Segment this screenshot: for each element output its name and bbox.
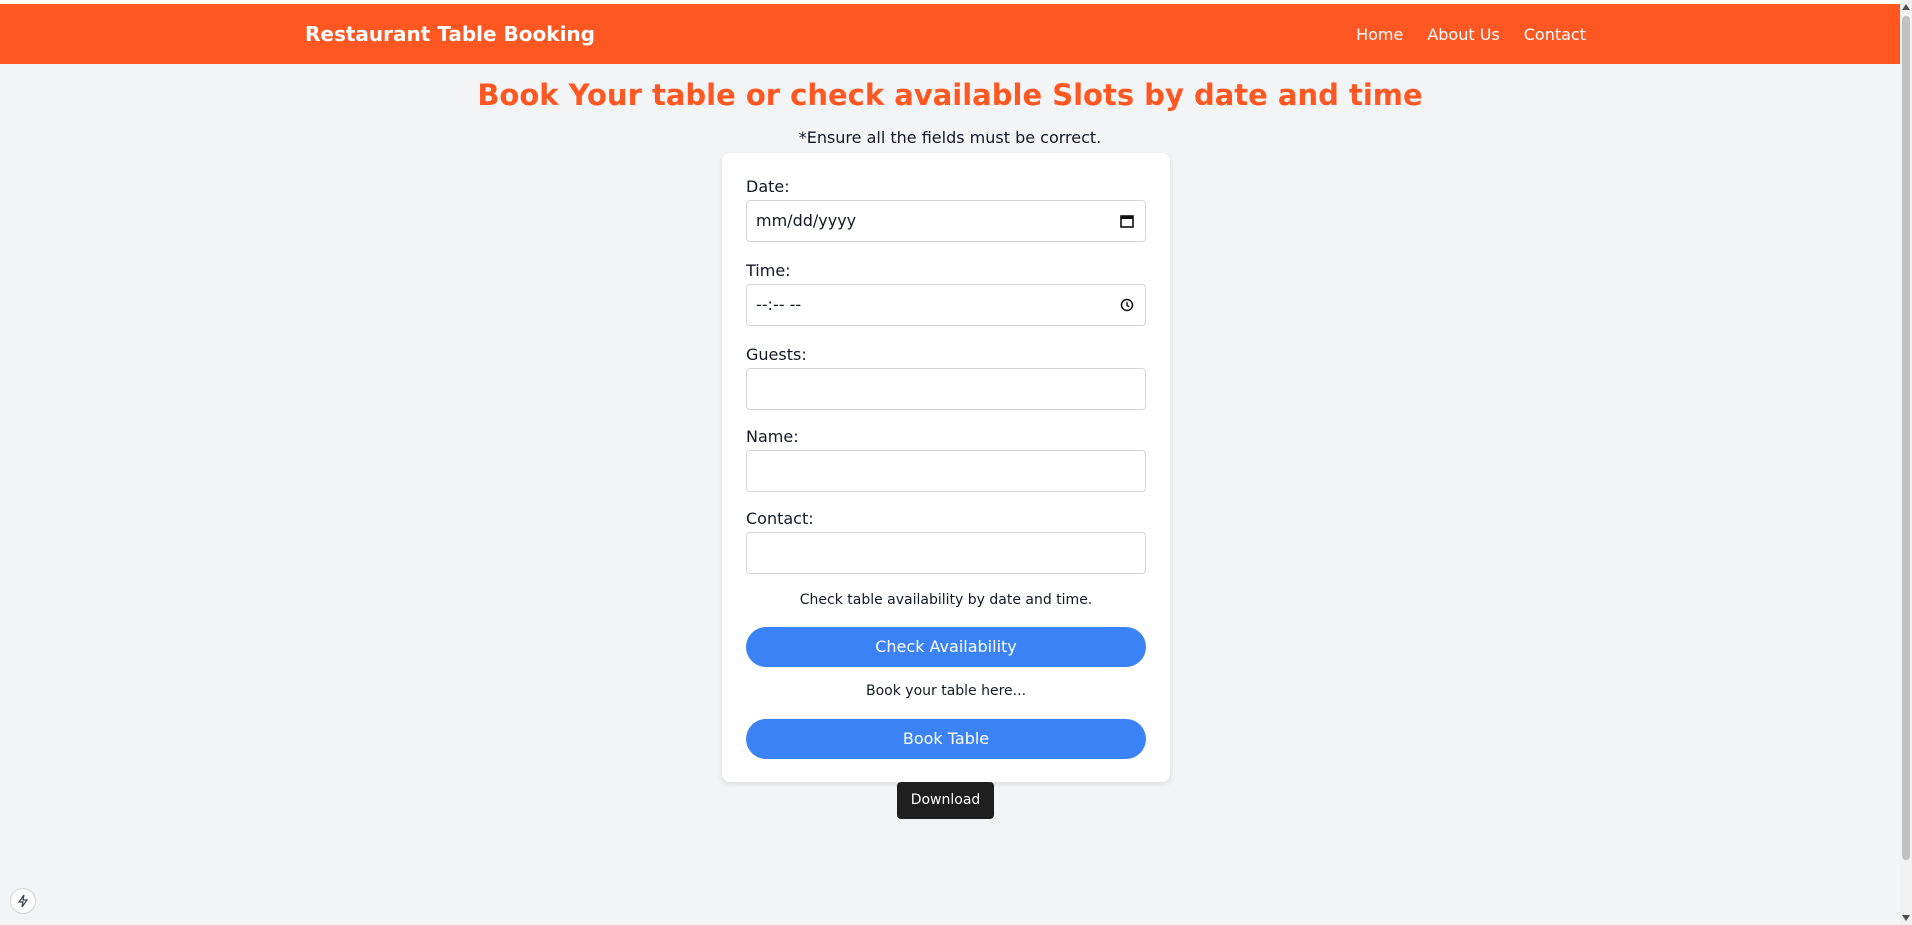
time-placeholder: --:-- -- (756, 295, 802, 314)
brand-title[interactable]: Restaurant Table Booking (305, 4, 595, 64)
calendar-icon[interactable] (1119, 213, 1135, 229)
name-label: Name: (746, 427, 799, 446)
date-placeholder: mm/dd/yyyy (756, 211, 857, 230)
book-table-helper: Book your table here... (865, 683, 1027, 699)
navbar: Restaurant Table Booking Home About Us C… (0, 4, 1900, 64)
time-label: Time: (746, 261, 791, 280)
name-input[interactable] (746, 450, 1146, 492)
contact-label: Contact: (746, 509, 814, 528)
scroll-up-arrow-icon[interactable] (1902, 4, 1910, 10)
book-table-button[interactable]: Book Table (746, 719, 1146, 759)
nav-link-home[interactable]: Home (1356, 25, 1403, 44)
nav-link-about[interactable]: About Us (1427, 25, 1499, 44)
date-label: Date: (746, 177, 790, 196)
download-button[interactable]: Download (897, 782, 994, 819)
guests-label: Guests: (746, 345, 807, 364)
check-availability-helper: Check table availability by date and tim… (799, 592, 1093, 608)
scroll-down-arrow-icon[interactable] (1902, 915, 1910, 921)
clock-icon[interactable] (1119, 297, 1135, 313)
scroll-thumb[interactable] (1902, 16, 1910, 860)
page-heading: Book Your table or check available Slots… (477, 78, 1423, 112)
guests-input[interactable] (746, 368, 1146, 410)
page-scrollbar[interactable] (1900, 0, 1912, 925)
date-input[interactable]: mm/dd/yyyy (746, 200, 1146, 242)
nav-links: Home About Us Contact (1356, 4, 1586, 64)
check-availability-button[interactable]: Check Availability (746, 627, 1146, 667)
booking-form-card: Date: mm/dd/yyyy Time: --:-- -- Guests: … (722, 153, 1170, 782)
bolt-icon[interactable] (10, 888, 36, 914)
form-note: *Ensure all the fields must be correct. (798, 128, 1102, 147)
nav-link-contact[interactable]: Contact (1524, 25, 1586, 44)
contact-input[interactable] (746, 532, 1146, 574)
time-input[interactable]: --:-- -- (746, 284, 1146, 326)
